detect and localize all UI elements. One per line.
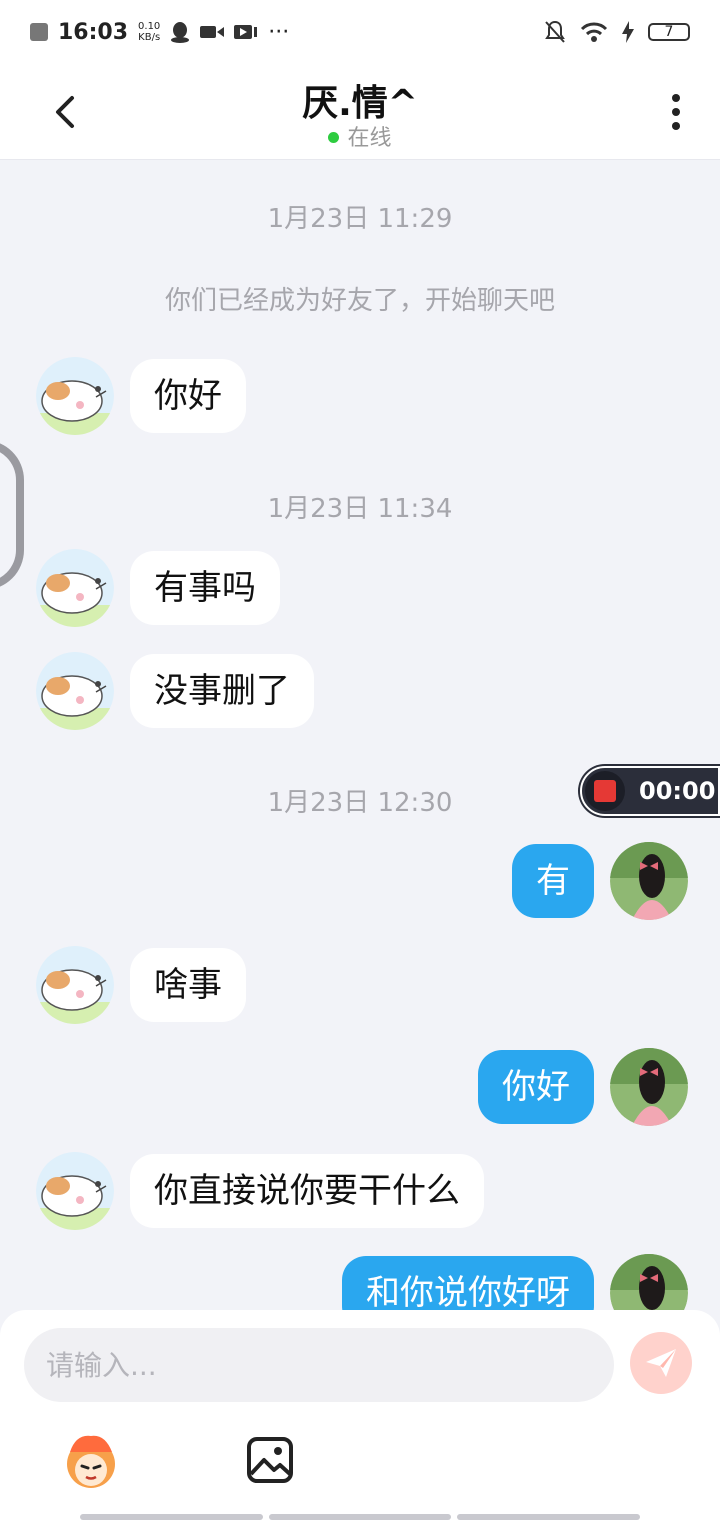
timestamp-divider: 1月23日 11:29 — [267, 204, 453, 234]
message-bubble[interactable]: 有事吗 — [130, 551, 280, 625]
user-avatar[interactable] — [610, 1048, 688, 1126]
cat-avatar-icon — [36, 357, 114, 435]
girl-avatar-icon — [610, 842, 688, 920]
status-right: 7 — [544, 20, 690, 44]
online-status: 在线 — [0, 120, 720, 152]
contact-avatar[interactable] — [36, 357, 114, 435]
cat-avatar-icon — [36, 1152, 114, 1230]
message-bubble[interactable]: 你好 — [130, 359, 246, 433]
system-notice: 你们已经成为好友了，开始聊天吧 — [164, 286, 555, 316]
gesture-bar — [80, 1514, 641, 1520]
net-speed-unit: KB/s — [138, 32, 161, 43]
cat-avatar-icon — [36, 549, 114, 627]
stop-icon — [594, 780, 616, 802]
screen-recorder-widget[interactable]: 00:00 — [580, 766, 720, 816]
message-sent: 你好 — [478, 1048, 688, 1126]
timestamp-divider: 1月23日 11:34 — [267, 494, 453, 524]
message-bubble[interactable]: 啥事 — [130, 948, 246, 1022]
play-icon — [234, 25, 258, 39]
image-icon[interactable] — [246, 1436, 294, 1484]
message-received: 啥事 — [36, 946, 246, 1024]
online-status-label: 在线 — [347, 126, 392, 151]
nav-segment — [80, 1514, 263, 1520]
message-bubble[interactable]: 和你说你好呀 — [342, 1256, 594, 1310]
stop-record-button[interactable] — [585, 771, 625, 811]
message-sent: 有 — [512, 842, 688, 920]
message-received: 你好 — [36, 357, 246, 435]
contact-avatar[interactable] — [36, 549, 114, 627]
nav-segment — [457, 1514, 641, 1520]
message-sent: 和你说你好呀 — [342, 1254, 688, 1310]
battery-icon: 7 — [648, 23, 690, 41]
nav-segment — [268, 1514, 452, 1520]
message-bubble[interactable]: 有 — [512, 844, 594, 918]
wifi-icon — [580, 22, 608, 42]
user-avatar[interactable] — [610, 1254, 688, 1310]
emoji-icon[interactable] — [60, 1430, 122, 1492]
close-notification-icon — [30, 23, 48, 41]
cat-avatar-icon — [36, 946, 114, 1024]
message-bubble[interactable]: 你直接说你要干什么 — [130, 1154, 484, 1228]
message-bubble[interactable]: 没事删了 — [130, 654, 314, 728]
contact-avatar[interactable] — [36, 652, 114, 730]
online-dot-icon — [328, 131, 340, 143]
message-received: 有事吗 — [36, 549, 280, 627]
more-vertical-icon[interactable] — [656, 86, 696, 138]
battery-level: 7 — [664, 24, 674, 40]
qq-icon — [171, 22, 190, 43]
status-time: 16:03 — [58, 19, 129, 45]
charging-icon — [622, 21, 634, 43]
cat-avatar-icon — [36, 652, 114, 730]
silent-bell-icon — [545, 20, 565, 43]
video-icon — [200, 26, 225, 38]
send-icon — [646, 1349, 676, 1377]
net-speed: 0.10 KB/s — [138, 21, 160, 43]
status-bar: 16:03 0.10 KB/s ··· 7 — [0, 0, 720, 64]
contact-avatar[interactable] — [36, 946, 114, 1024]
message-input[interactable] — [24, 1328, 614, 1402]
net-speed-value: 0.10 — [138, 21, 161, 32]
contact-avatar[interactable] — [36, 1152, 114, 1230]
more-notifications: ··· — [268, 19, 290, 45]
status-left: 16:03 0.10 KB/s ··· — [30, 20, 289, 45]
chat-header: 厌.情^ 在线 — [0, 64, 720, 160]
input-bar — [0, 1310, 720, 1520]
contact-name: 厌.情^ — [302, 83, 418, 124]
chat-area[interactable]: 1月23日 11:29 你们已经成为好友了，开始聊天吧 你好 1月23日 11:… — [0, 160, 720, 1310]
message-bubble[interactable]: 你好 — [478, 1050, 594, 1124]
girl-avatar-icon — [610, 1048, 688, 1126]
recording-time: 00:00 — [639, 777, 716, 805]
message-received: 没事删了 — [36, 652, 314, 730]
message-received: 你直接说你要干什么 — [36, 1152, 484, 1230]
user-avatar[interactable] — [610, 842, 688, 920]
girl-avatar-icon — [610, 1254, 688, 1310]
send-button[interactable] — [630, 1332, 692, 1394]
